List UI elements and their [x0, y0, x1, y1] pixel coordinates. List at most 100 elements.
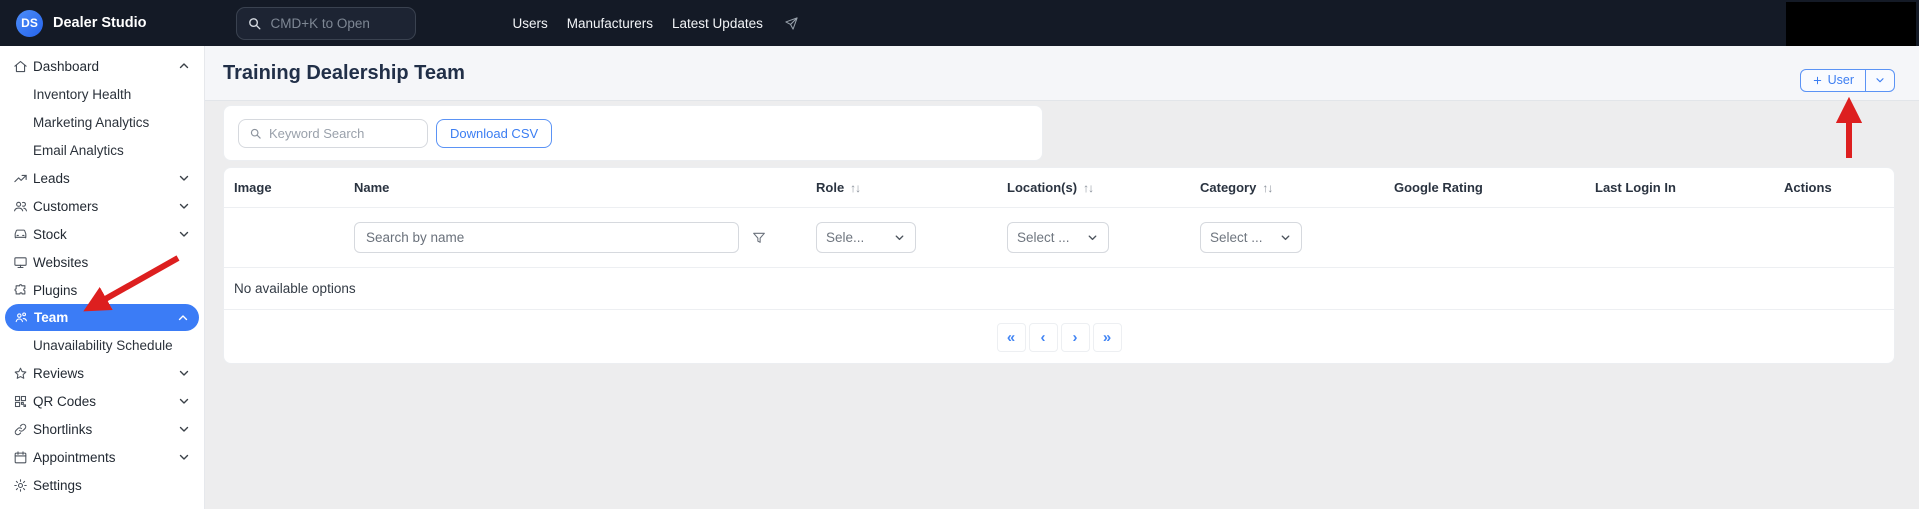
add-user-dropdown-toggle[interactable] — [1865, 70, 1894, 91]
users-icon — [13, 199, 28, 214]
category-select-value: Select ... — [1210, 230, 1263, 245]
download-csv-button[interactable]: Download CSV — [436, 119, 552, 148]
command-search-input[interactable] — [270, 16, 390, 31]
sort-icon[interactable]: ↑↓ — [1083, 181, 1093, 195]
team-icon — [14, 310, 29, 325]
sidebar-item-team[interactable]: Team — [5, 304, 199, 331]
filter-cell-locations: Select ... — [1007, 222, 1200, 253]
sidebar-item-dashboard[interactable]: Dashboard — [0, 52, 204, 80]
sidebar-item-stock[interactable]: Stock — [0, 220, 204, 248]
chevron-down-icon[interactable] — [177, 422, 191, 436]
qr-icon — [13, 394, 28, 409]
sidebar: Dashboard Inventory Health Marketing Ana… — [0, 46, 205, 509]
plus-icon — [1812, 75, 1823, 86]
table-filter-row: Sele... Select ... Select ... — [224, 208, 1894, 268]
sort-icon[interactable]: ↑↓ — [1262, 181, 1272, 195]
pagination-first-button[interactable]: « — [997, 323, 1026, 352]
sidebar-item-leads[interactable]: Leads — [0, 164, 204, 192]
add-user-label: User — [1828, 73, 1854, 87]
sidebar-item-settings[interactable]: Settings — [0, 471, 204, 499]
sidebar-item-label: Appointments — [33, 450, 172, 465]
pagination: « ‹ › » — [224, 310, 1894, 364]
location-select[interactable]: Select ... — [1007, 222, 1109, 253]
chevron-down-icon — [1874, 74, 1886, 86]
toolbar-card: Download CSV — [223, 105, 1043, 161]
sidebar-item-label: Shortlinks — [33, 422, 172, 437]
sidebar-item-unavailability-schedule[interactable]: Unavailability Schedule — [0, 331, 204, 359]
rocket-icon — [784, 16, 799, 31]
col-header-role: Role↑↓ — [816, 180, 1007, 195]
chevron-down-icon — [1086, 231, 1099, 244]
link-icon — [13, 422, 28, 437]
chevron-down-icon[interactable] — [177, 199, 191, 213]
chevron-down-icon[interactable] — [177, 227, 191, 241]
col-header-actions: Actions — [1784, 180, 1884, 195]
chevron-down-icon[interactable] — [177, 171, 191, 185]
sidebar-item-reviews[interactable]: Reviews — [0, 359, 204, 387]
sidebar-item-inventory-health[interactable]: Inventory Health — [0, 80, 204, 108]
trending-up-icon — [13, 171, 28, 186]
sidebar-item-marketing-analytics[interactable]: Marketing Analytics — [0, 108, 204, 136]
chevron-up-icon[interactable] — [176, 311, 190, 325]
home-icon — [13, 59, 28, 74]
sidebar-item-label: Marketing Analytics — [33, 115, 191, 130]
sidebar-item-label: Unavailability Schedule — [33, 338, 191, 353]
nav-link-manufacturers[interactable]: Manufacturers — [567, 16, 653, 31]
sidebar-item-label: Reviews — [33, 366, 172, 381]
chevron-up-icon[interactable] — [177, 59, 191, 73]
filter-cell-role: Sele... — [816, 222, 1007, 253]
nav-links: Users Manufacturers Latest Updates — [512, 16, 798, 31]
sidebar-item-label: Settings — [33, 478, 191, 493]
sidebar-item-customers[interactable]: Customers — [0, 192, 204, 220]
sidebar-item-plugins[interactable]: Plugins — [0, 276, 204, 304]
car-icon — [13, 227, 28, 242]
nav-link-users[interactable]: Users — [512, 16, 547, 31]
add-user-button[interactable]: User — [1801, 70, 1865, 91]
pagination-next-button[interactable]: › — [1061, 323, 1090, 352]
top-navbar: DS Dealer Studio Users Manufacturers Lat… — [0, 0, 1919, 46]
add-user-split-button: User — [1800, 69, 1895, 92]
sidebar-item-label: Websites — [33, 255, 191, 270]
sidebar-item-label: Dashboard — [33, 59, 172, 74]
brand-name: Dealer Studio — [53, 15, 146, 31]
sidebar-item-label: Plugins — [33, 283, 191, 298]
col-header-last-login: Last Login In — [1595, 180, 1784, 195]
chevron-down-icon[interactable] — [177, 450, 191, 464]
chevron-down-icon[interactable] — [177, 366, 191, 380]
chevron-down-icon[interactable] — [177, 394, 191, 408]
pagination-prev-button[interactable]: ‹ — [1029, 323, 1058, 352]
sort-icon[interactable]: ↑↓ — [850, 181, 860, 195]
keyword-search[interactable] — [238, 119, 428, 148]
app-logo[interactable]: DS — [16, 10, 43, 37]
team-table: Image Name Role↑↓ Location(s)↑↓ Category… — [223, 167, 1895, 364]
nav-link-latest-updates[interactable]: Latest Updates — [672, 16, 763, 31]
page-title: Training Dealership Team — [223, 62, 465, 85]
search-icon — [247, 16, 262, 31]
funnel-icon[interactable] — [751, 230, 767, 246]
sidebar-item-shortlinks[interactable]: Shortlinks — [0, 415, 204, 443]
sidebar-item-label: Stock — [33, 227, 172, 242]
pagination-last-button[interactable]: » — [1093, 323, 1122, 352]
col-header-image: Image — [234, 180, 354, 195]
command-search[interactable] — [236, 7, 416, 40]
sidebar-item-label: Leads — [33, 171, 172, 186]
sidebar-item-label: QR Codes — [33, 394, 172, 409]
redacted-account-area — [1786, 2, 1916, 46]
search-icon — [249, 127, 262, 140]
category-select[interactable]: Select ... — [1200, 222, 1302, 253]
sidebar-item-email-analytics[interactable]: Email Analytics — [0, 136, 204, 164]
monitor-icon — [13, 255, 28, 270]
keyword-search-input[interactable] — [269, 126, 399, 141]
star-icon — [13, 366, 28, 381]
col-header-category: Category↑↓ — [1200, 180, 1394, 195]
sidebar-item-appointments[interactable]: Appointments — [0, 443, 204, 471]
sidebar-item-websites[interactable]: Websites — [0, 248, 204, 276]
filter-cell-category: Select ... — [1200, 222, 1394, 253]
calendar-icon — [13, 450, 28, 465]
sidebar-item-qr-codes[interactable]: QR Codes — [0, 387, 204, 415]
name-filter-input[interactable] — [354, 222, 739, 253]
sidebar-item-label: Customers — [33, 199, 172, 214]
table-header-row: Image Name Role↑↓ Location(s)↑↓ Category… — [224, 168, 1894, 208]
role-select[interactable]: Sele... — [816, 222, 916, 253]
col-header-google-rating: Google Rating — [1394, 180, 1595, 195]
